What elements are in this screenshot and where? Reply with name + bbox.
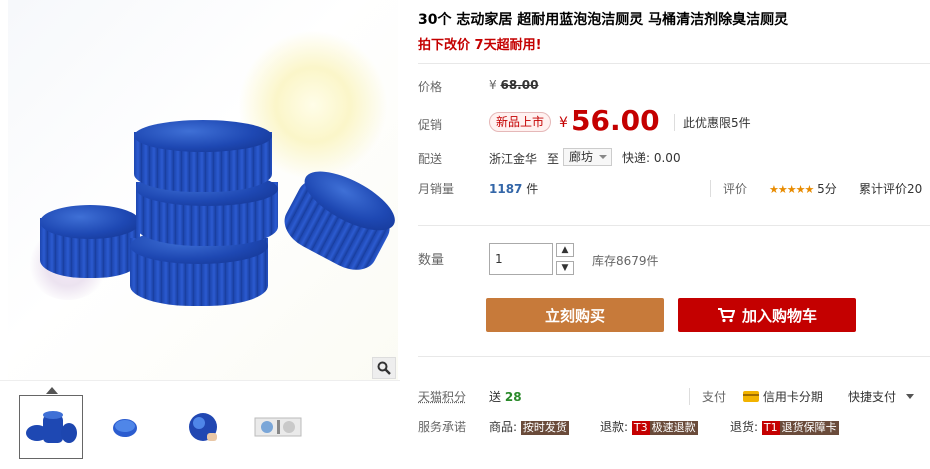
product-gallery [0,0,400,469]
thumbnail-strip [0,380,400,469]
goods-promise[interactable]: 商品: 按时发货 [489,418,569,435]
original-price: ¥ 68.00 [489,78,538,92]
rating-stars: ★★★★★ 5分 [769,180,837,197]
divider [418,63,930,64]
return-code-badge: T1 [761,421,780,435]
thumb-toilet-icon [254,417,302,437]
main-product-image[interactable] [8,0,398,380]
shipping-label: 配送 [418,152,443,166]
points-value: 28 [504,390,522,404]
chevron-down-icon [905,394,914,399]
currency-symbol: ¥ [489,78,497,92]
monthly-sales-label: 月销量 [418,182,455,196]
credit-installment[interactable]: 信用卡分期 [743,388,823,405]
points-label[interactable]: 天猫积分 [418,388,466,405]
express-fee: 快递: 0.00 [622,151,681,165]
rating-score: 5分 [817,182,837,196]
divider [418,225,930,226]
refund-code-badge: T3 [631,421,650,435]
ship-to-word: 至 [547,152,560,166]
star-icons: ★★★★★ [769,183,814,196]
magnifier-icon [377,361,391,375]
refund-promise-label: 退款: [600,420,629,434]
thumbnail-pointer [46,387,58,394]
thumb-tablets-icon [26,411,77,443]
stock-count: 库存8679件 [592,254,659,268]
on-time-shipping-badge: 按时发货 [520,421,569,435]
destination-select[interactable]: 廊坊 [563,148,613,166]
monthly-sales-unit: 件 [526,182,539,196]
cart-icon [717,308,735,323]
quantity-decrease-button[interactable]: ▼ [556,261,574,275]
add-to-cart-button[interactable]: 加入购物车 [678,298,856,332]
thumb-single-tablet-icon [113,419,137,437]
monthly-sales: 1187 件 [489,180,538,197]
thumbnail-3[interactable] [171,395,235,459]
promo-limit: 此优惠限5件 [674,114,751,131]
thumbnail-1[interactable] [19,395,83,459]
credit-card-icon [743,391,759,402]
destination-value: 廊坊 [569,150,594,164]
buy-now-button[interactable]: 立刻购买 [486,298,664,332]
rating-label: 评价 [710,180,747,197]
thumbnail-4[interactable] [246,395,310,459]
monthly-sales-count: 1187 [489,182,523,196]
goods-promise-label: 商品: [489,420,518,434]
fast-refund-badge: 极速退款 [649,421,698,435]
points-reward: 送 28 [489,388,522,405]
promo-currency-symbol: ¥ [559,115,568,131]
thumb-hand-tablet-icon [189,413,217,441]
quick-pay-label: 快捷支付 [848,390,897,404]
return-promise[interactable]: 退货: T1 退货保障卡 [730,418,839,435]
quick-pay[interactable]: 快捷支付 [848,388,914,405]
thumbnail-2[interactable] [93,395,157,459]
buy-now-label: 立刻购买 [544,306,605,325]
product-subtitle: 拍下改价 7天超耐用! [418,38,542,53]
points-prefix: 送 [489,390,502,404]
original-price-value: 68.00 [500,78,539,92]
quantity-increase-button[interactable]: ▲ [556,243,574,257]
refund-promise[interactable]: 退款: T3 极速退款 [600,418,698,435]
product-title: 30个 志动家居 超耐用蓝泡泡洁厕灵 马桶清洁剂除臭洁厕灵 [418,12,789,28]
credit-installment-label: 信用卡分期 [762,390,823,404]
add-to-cart-label: 加入购物车 [741,306,817,325]
return-guarantee-badge: 退货保障卡 [779,421,839,435]
return-promise-label: 退货: [730,420,759,434]
chevron-down-icon [599,155,608,159]
review-count-link[interactable]: 累计评价20 [859,180,922,197]
new-arrival-badge: 新品上市 [489,112,552,132]
promo-label: 促销 [418,118,443,132]
zoom-button[interactable] [372,357,396,379]
quantity-input[interactable]: 1 [489,243,553,275]
promo-price: 56.00 [571,104,660,137]
divider [418,356,930,357]
ship-from: 浙江金华 [489,152,538,166]
price-label: 价格 [418,80,443,94]
payment-label: 支付 [689,388,726,405]
quantity-label: 数量 [418,253,445,268]
service-promise-label: 服务承诺 [418,420,467,434]
